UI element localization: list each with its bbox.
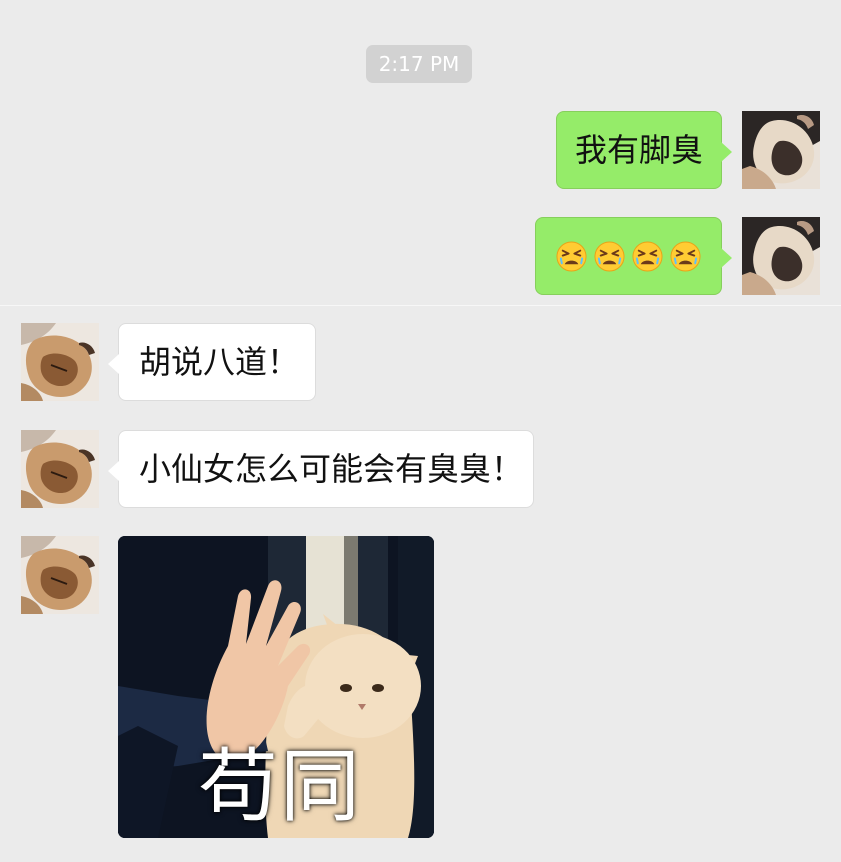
tired-face-icon bbox=[594, 240, 625, 272]
cat-avatar-icon bbox=[21, 430, 99, 508]
my-avatar[interactable] bbox=[742, 111, 820, 189]
contact-avatar[interactable] bbox=[21, 536, 99, 614]
timestamp: 2:17 PM bbox=[366, 45, 472, 83]
contact-avatar[interactable] bbox=[21, 430, 99, 508]
contact-avatar[interactable] bbox=[21, 323, 99, 401]
tired-face-icon bbox=[632, 240, 663, 272]
tired-face-icon bbox=[670, 240, 701, 272]
cat-avatar-icon bbox=[21, 536, 99, 614]
emoji-row bbox=[536, 218, 721, 294]
cat-avatar-icon bbox=[742, 217, 820, 295]
sent-emoji-bubble[interactable] bbox=[535, 217, 732, 295]
received-message-bubble[interactable]: 胡说八道！ bbox=[108, 323, 316, 401]
tired-face-icon bbox=[556, 240, 587, 272]
cat-avatar-icon bbox=[742, 111, 820, 189]
sticker-caption: 苟同 bbox=[198, 740, 362, 833]
cat-avatar-icon bbox=[21, 323, 99, 401]
my-avatar[interactable] bbox=[742, 217, 820, 295]
sticker-message[interactable]: 苟同 bbox=[118, 536, 434, 838]
divider bbox=[0, 305, 841, 306]
received-message-bubble[interactable]: 小仙女怎么可能会有臭臭！ bbox=[108, 430, 534, 508]
sent-message-bubble[interactable]: 我有脚臭 bbox=[556, 111, 732, 189]
